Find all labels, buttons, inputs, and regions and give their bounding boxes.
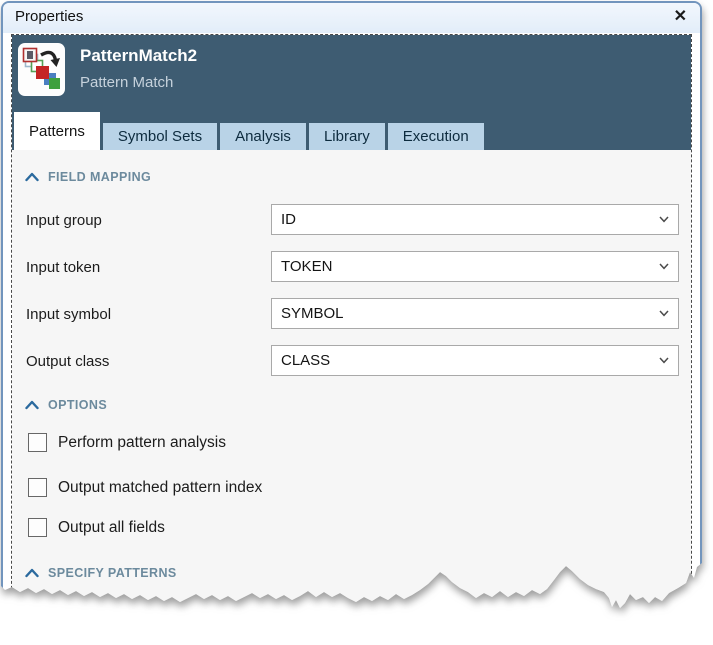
perform-pattern-analysis-row: Perform pattern analysis bbox=[28, 433, 226, 452]
checkbox-label: Output all fields bbox=[58, 519, 165, 537]
dropdown-value: CLASS bbox=[281, 352, 330, 369]
chevron-down-icon bbox=[659, 216, 669, 223]
section-title: FIELD MAPPING bbox=[48, 170, 151, 184]
titlebar: Properties ✕ bbox=[3, 3, 700, 33]
panel-body: PatternMatch2 Pattern Match Patterns Sym… bbox=[11, 34, 692, 619]
output-matched-pattern-index-row: Output matched pattern index bbox=[28, 478, 262, 497]
specify-patterns-section-header[interactable]: SPECIFY PATTERNS bbox=[25, 566, 177, 580]
input-token-label: Input token bbox=[26, 259, 100, 276]
window-title: Properties bbox=[15, 8, 83, 25]
options-section-header[interactable]: OPTIONS bbox=[25, 398, 107, 412]
input-group-dropdown[interactable]: ID bbox=[271, 204, 679, 235]
node-texts: PatternMatch2 Pattern Match bbox=[80, 43, 197, 96]
chevron-down-icon bbox=[659, 263, 669, 270]
collapse-chevron-icon bbox=[25, 568, 39, 578]
patterns-tab-content: FIELD MAPPING Input group ID Input token… bbox=[12, 150, 691, 619]
tab-execution[interactable]: Execution bbox=[388, 123, 484, 150]
output-all-fields-row: Output all fields bbox=[28, 518, 165, 537]
close-icon[interactable]: ✕ bbox=[674, 7, 687, 27]
chevron-down-icon bbox=[659, 357, 669, 364]
checkbox-label: Output matched pattern index bbox=[58, 479, 262, 497]
perform-pattern-analysis-checkbox[interactable] bbox=[28, 433, 47, 452]
section-title: SPECIFY PATTERNS bbox=[48, 566, 177, 580]
properties-panel: Properties ✕ bbox=[0, 0, 713, 645]
output-class-dropdown[interactable]: CLASS bbox=[271, 345, 679, 376]
input-symbol-label: Input symbol bbox=[26, 306, 111, 323]
node-header: PatternMatch2 Pattern Match bbox=[12, 35, 691, 96]
node-name: PatternMatch2 bbox=[80, 46, 197, 66]
collapse-chevron-icon bbox=[25, 172, 39, 182]
output-all-fields-checkbox[interactable] bbox=[28, 518, 47, 537]
field-mapping-section-header[interactable]: FIELD MAPPING bbox=[25, 170, 151, 184]
chevron-down-icon bbox=[659, 310, 669, 317]
input-symbol-dropdown[interactable]: SYMBOL bbox=[271, 298, 679, 329]
collapse-chevron-icon bbox=[25, 400, 39, 410]
tab-library[interactable]: Library bbox=[309, 123, 385, 150]
input-group-label: Input group bbox=[26, 212, 102, 229]
pattern-match-node-icon bbox=[18, 43, 65, 96]
tab-analysis[interactable]: Analysis bbox=[220, 123, 306, 150]
node-header-zone: PatternMatch2 Pattern Match Patterns Sym… bbox=[12, 35, 691, 150]
output-matched-pattern-index-checkbox[interactable] bbox=[28, 478, 47, 497]
section-title: OPTIONS bbox=[48, 398, 107, 412]
input-token-dropdown[interactable]: TOKEN bbox=[271, 251, 679, 282]
tab-patterns[interactable]: Patterns bbox=[14, 112, 100, 150]
checkbox-label: Perform pattern analysis bbox=[58, 434, 226, 452]
dropdown-value: SYMBOL bbox=[281, 305, 344, 322]
tab-symbol-sets[interactable]: Symbol Sets bbox=[103, 123, 217, 150]
tab-bar: Patterns Symbol Sets Analysis Library Ex… bbox=[12, 111, 691, 150]
node-type: Pattern Match bbox=[80, 74, 197, 91]
properties-window: Properties ✕ bbox=[1, 1, 702, 624]
dropdown-value: ID bbox=[281, 211, 296, 228]
dropdown-value: TOKEN bbox=[281, 258, 332, 275]
output-class-label: Output class bbox=[26, 353, 109, 370]
